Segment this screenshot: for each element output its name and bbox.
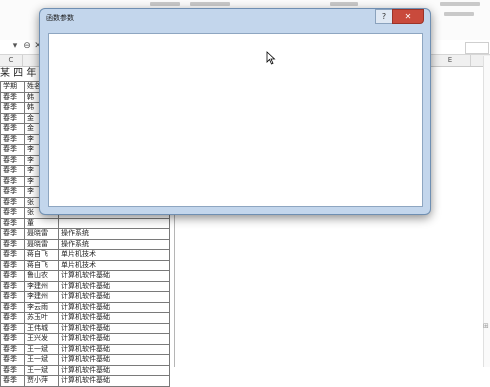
table-cell[interactable]: 计算机软件基础 <box>58 270 170 282</box>
table-cell[interactable]: 操作系统 <box>58 228 170 240</box>
table-cell[interactable]: 计算机软件基础 <box>58 280 170 292</box>
table-cell[interactable]: 学期 <box>0 81 25 93</box>
table-row: 春季 李云雨 计算机软件基础 <box>0 301 170 313</box>
table-cell[interactable]: 计算机软件基础 <box>58 312 170 324</box>
table-row: 春季 王伟城 计算机软件基础 <box>0 322 170 334</box>
cancel-x-icon[interactable]: ⊖ <box>22 41 32 51</box>
column-header-e[interactable]: E <box>430 55 471 66</box>
table-cell[interactable]: 王兴发 <box>24 333 59 345</box>
table-cell[interactable]: 春季 <box>0 133 25 145</box>
table-cell[interactable]: 春季 <box>0 291 25 303</box>
table-cell[interactable]: 蒋自飞 <box>24 249 59 261</box>
close-button[interactable]: ✕ <box>392 9 424 24</box>
ribbon-fragment <box>150 2 180 6</box>
table-cell[interactable]: 计算机软件基础 <box>58 343 170 355</box>
table-cell[interactable]: 李建州 <box>24 280 59 292</box>
dialog-body <box>48 33 423 207</box>
table-row: 春季 李建州 计算机软件基础 <box>0 291 170 303</box>
table-cell[interactable]: 春季 <box>0 175 25 187</box>
table-cell[interactable]: 计算机软件基础 <box>58 354 170 366</box>
table-cell[interactable]: 聂晓雷 <box>24 238 59 250</box>
scroll-indicator-icon: ⊞ <box>483 322 489 330</box>
ribbon-fragment <box>444 12 474 16</box>
table-row: 春季 蒋自飞 单片机技术 <box>0 259 170 271</box>
table-cell[interactable]: 春季 <box>0 238 25 250</box>
table-cell[interactable]: 聂晓雷 <box>24 228 59 240</box>
table-row: 春季 王兴发 计算机软件基础 <box>0 333 170 345</box>
table-cell[interactable]: 春季 <box>0 312 25 324</box>
table-cell[interactable]: 操作系统 <box>58 238 170 250</box>
table-cell[interactable] <box>58 217 170 229</box>
table-row: 春季 蒋自飞 单片机技术 <box>0 249 170 261</box>
table-row: 春季 王一斌 计算机软件基础 <box>0 354 170 366</box>
table-cell[interactable]: 单片机技术 <box>58 259 170 271</box>
table-row: 春季董 <box>0 217 170 229</box>
table-row: 春季 鲁山农 计算机软件基础 <box>0 270 170 282</box>
table-cell[interactable]: 春季 <box>0 165 25 177</box>
table-cell[interactable]: 春季 <box>0 333 25 345</box>
dialog-controls: ? ✕ <box>375 9 424 24</box>
help-button[interactable]: ? <box>375 9 393 24</box>
table-cell[interactable]: 春季 <box>0 112 25 124</box>
table-cell[interactable]: 李云雨 <box>24 301 59 313</box>
table-cell[interactable]: 春季 <box>0 91 25 103</box>
table-cell[interactable]: 春季 <box>0 343 25 355</box>
table-cell[interactable]: 春季 <box>0 375 25 387</box>
table-cell[interactable]: 春季 <box>0 196 25 208</box>
table-cell[interactable]: 春季 <box>0 354 25 366</box>
table-cell[interactable]: 计算机软件基础 <box>58 322 170 334</box>
dropdown-icon[interactable]: ▾ <box>10 41 20 51</box>
vertical-scrollbar[interactable] <box>483 56 490 367</box>
column-header-c[interactable]: C <box>0 55 23 66</box>
table-cell[interactable]: 春季 <box>0 207 25 219</box>
table-cell[interactable]: 春季 <box>0 259 25 271</box>
function-arguments-dialog: 函数参数 ? ✕ <box>39 8 431 215</box>
table-row: 春季 王一斌 计算机软件基础 <box>0 343 170 355</box>
table-cell[interactable]: 春季 <box>0 217 25 229</box>
table-cell[interactable]: 春季 <box>0 301 25 313</box>
ribbon-fragment <box>440 2 480 6</box>
table-row: 春季 聂晓雷 操作系统 <box>0 238 170 250</box>
table-cell[interactable]: 春季 <box>0 270 25 282</box>
table-cell[interactable]: 董 <box>24 217 59 229</box>
ribbon-fragment <box>330 2 358 6</box>
table-cell[interactable]: 春季 <box>0 102 25 114</box>
table-cell[interactable]: 计算机软件基础 <box>58 291 170 303</box>
table-cell[interactable]: 春季 <box>0 123 25 135</box>
dialog-title: 函数参数 <box>46 14 74 22</box>
table-cell[interactable]: 春季 <box>0 280 25 292</box>
table-cell[interactable]: 蒋自飞 <box>24 259 59 271</box>
table-cell[interactable]: 王伟城 <box>24 322 59 334</box>
table-cell[interactable]: 王一斌 <box>24 343 59 355</box>
table-cell[interactable]: 单片机技术 <box>58 249 170 261</box>
table-cell[interactable]: 王一斌 <box>24 354 59 366</box>
table-cell[interactable]: 鲁山农 <box>24 270 59 282</box>
table-cell[interactable]: 春季 <box>0 144 25 156</box>
table-cell[interactable]: 春季 <box>0 186 25 198</box>
ribbon-fragment <box>190 2 230 6</box>
table-row: 春季 贾小萍 计算机软件基础 <box>0 375 170 387</box>
table-row: 春季 苏玉叶 计算机软件基础 <box>0 312 170 324</box>
table-cell[interactable]: 计算机软件基础 <box>58 333 170 345</box>
table-row: 春季 聂晓雷 操作系统 <box>0 228 170 240</box>
table-cell[interactable]: 李建州 <box>24 291 59 303</box>
table-cell[interactable]: 计算机软件基础 <box>58 301 170 313</box>
table-row: 春季 李建州 计算机软件基础 <box>0 280 170 292</box>
table-cell[interactable]: 春季 <box>0 154 25 166</box>
mouse-pointer-icon <box>266 51 276 65</box>
formula-input[interactable] <box>465 42 489 54</box>
table-cell[interactable]: 春季 <box>0 228 25 240</box>
table-cell[interactable]: 春季 <box>0 322 25 334</box>
table-cell[interactable]: 计算机软件基础 <box>58 375 170 387</box>
table-cell[interactable]: 春季 <box>0 249 25 261</box>
table-cell[interactable]: 苏玉叶 <box>24 312 59 324</box>
table-cell[interactable]: 贾小萍 <box>24 375 59 387</box>
